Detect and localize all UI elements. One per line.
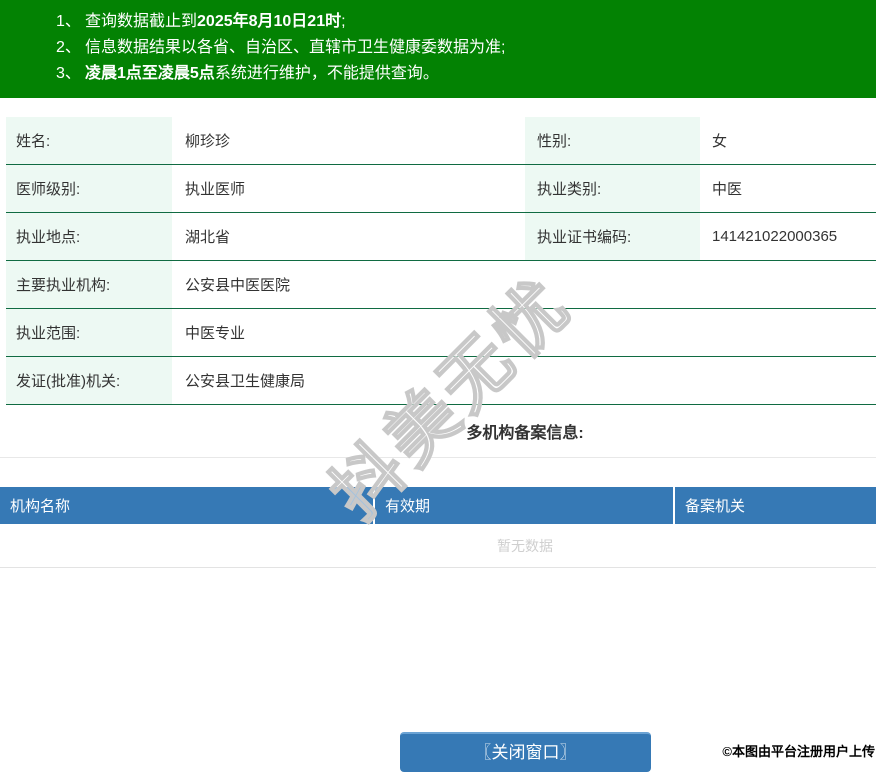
field-value-certificate-number: 141421022000365 [712,228,838,245]
table-row: 主要执业机构: 公安县中医医院 [6,261,876,309]
close-window-button[interactable]: 〖关闭窗口〗 [400,732,651,772]
filing-table-header: 机构名称 有效期 备案机关 [0,487,876,524]
notice-line-number: 2、 [56,39,81,56]
filing-section-title: 多机构备案信息: [466,425,584,442]
table-row: 执业范围: 中医专业 [6,309,876,357]
field-label-main-institution: 主要执业机构: [6,261,172,308]
field-value-name: 柳珍珍 [185,133,231,150]
doctor-info-table: 姓名: 柳珍珍 性别: 女 医师级别: 执业医师 执业类别: 中医 执业地点: … [0,117,876,405]
notice-line-number: 3、 [56,65,81,82]
notice-text-bold: 凌晨1点至凌晨5点 [85,65,215,82]
field-label-practice-location: 执业地点: [6,213,172,260]
notice-text-bold: 2025年8月10日21时 [197,13,342,30]
notice-text: 系统进行维护，不能提供查询。 [214,65,439,82]
notice-line-2: 2、 信息数据结果以各省、自治区、直辖市卫生健康委数据为准; [0,35,876,61]
field-value-practice-scope: 中医专业 [185,325,246,342]
column-header-institution-name: 机构名称 [0,487,375,524]
notice-text: 查询数据截止到 [85,13,198,30]
column-header-filing-authority: 备案机关 [685,498,746,515]
filing-section-header: 多机构备案信息: [0,405,876,458]
field-label-practice-scope: 执业范围: [6,309,172,356]
column-header-validity-period: 有效期 [375,487,675,524]
notice-line-1: 1、 查询数据截止到2025年8月10日21时; [0,9,876,35]
filing-table-empty-state: 暂无数据 [0,524,876,568]
field-label-practice-category: 执业类别: [525,165,700,212]
field-value-practice-category: 中医 [712,181,743,198]
notice-line-number: 1、 [56,13,81,30]
field-value-doctor-level: 执业医师 [185,181,246,198]
notice-text: ; [341,13,346,30]
field-value-practice-location: 湖北省 [185,229,231,246]
table-row: 姓名: 柳珍珍 性别: 女 [6,117,876,165]
notice-banner: 1、 查询数据截止到2025年8月10日21时; 2、 信息数据结果以各省、自治区、… [0,0,876,98]
field-label-doctor-level: 医师级别: [6,165,172,212]
table-row: 发证(批准)机关: 公安县卫生健康局 [6,357,876,405]
notice-text: 信息数据结果以各省、自治区、直辖市卫生健康委数据为准; [85,39,506,56]
field-label-certificate-number: 执业证书编码: [525,213,700,260]
field-label-gender: 性别: [525,117,700,164]
notice-line-3: 3、 凌晨1点至凌晨5点系统进行维护，不能提供查询。 [0,61,876,87]
content-container: 姓名: 柳珍珍 性别: 女 医师级别: 执业医师 执业类别: 中医 执业地点: … [0,98,876,568]
table-row: 执业地点: 湖北省 执业证书编码: 141421022000365 [6,213,876,261]
table-row: 医师级别: 执业医师 执业类别: 中医 [6,165,876,213]
field-value-main-institution: 公安县中医医院 [185,277,291,294]
field-value-gender: 女 [712,133,728,150]
field-value-issuing-authority: 公安县卫生健康局 [185,373,306,390]
field-label-name: 姓名: [6,117,172,164]
field-label-issuing-authority: 发证(批准)机关: [6,357,172,404]
copyright-stamp: ©本图由平台注册用户上传 [722,744,875,759]
